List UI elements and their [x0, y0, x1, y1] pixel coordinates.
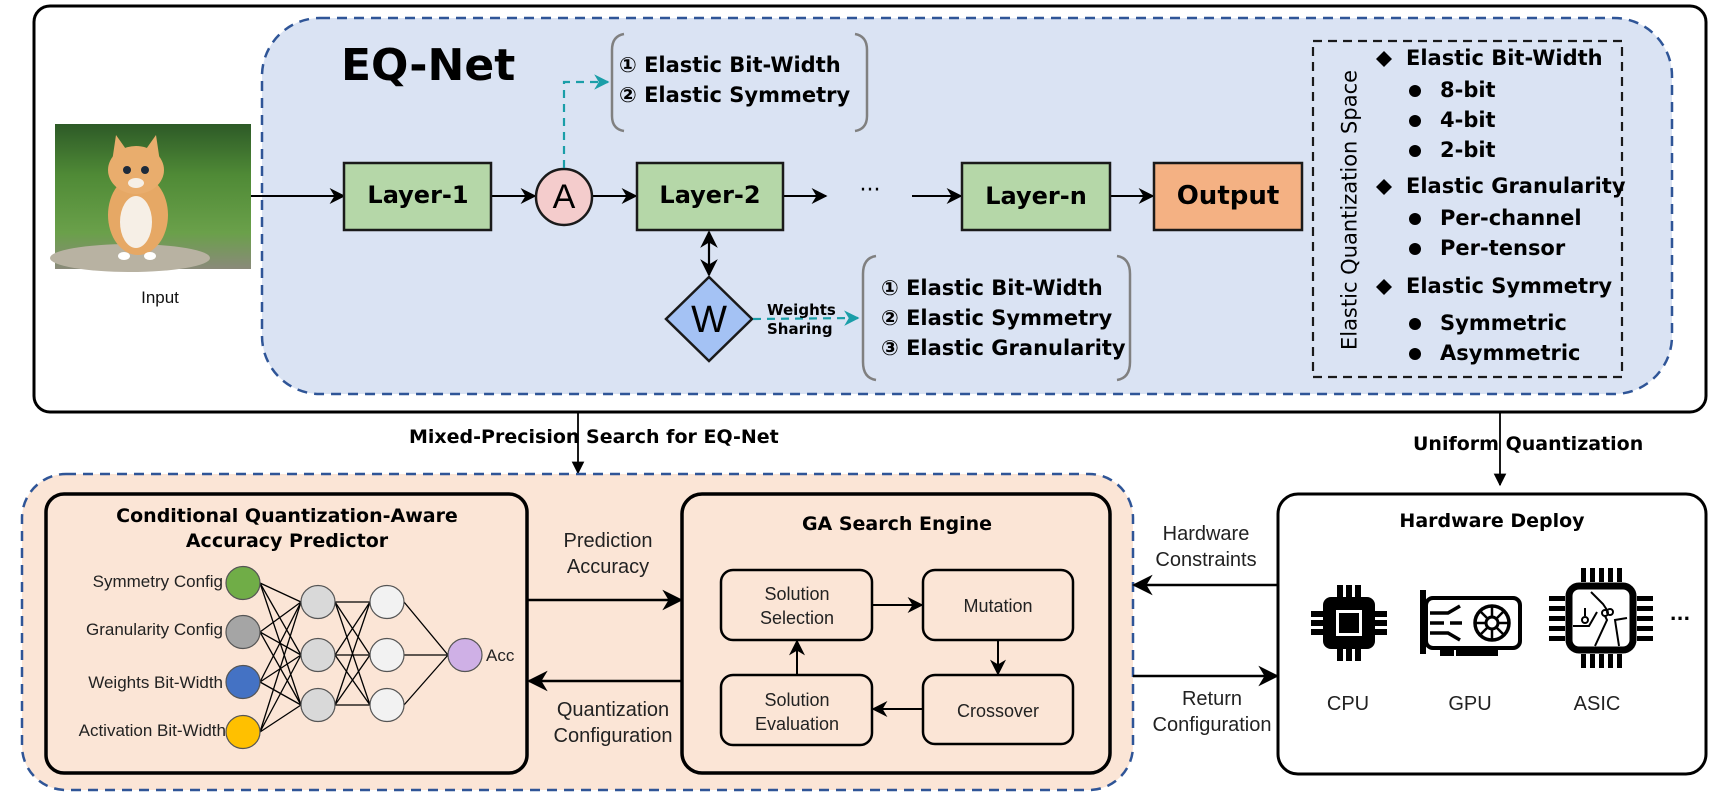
weight-option-granularity: ③ Elastic Granularity [881, 336, 1126, 360]
input-label-activation-bit-width: Activation Bit-Width [78, 721, 226, 740]
predictor-title: Conditional Quantization-Aware Accuracy … [116, 504, 458, 554]
solution-selection-label: Solution Selection [760, 582, 834, 630]
input-node [225, 565, 261, 601]
input-label: Input [141, 288, 179, 307]
layer-2-label: Layer-2 [659, 181, 761, 209]
device-label-cpu: CPU [1326, 693, 1370, 715]
return-configuration-line1: Return [1181, 688, 1243, 710]
round-bullet-icon [1409, 213, 1421, 225]
output-label: Output [1176, 181, 1280, 211]
hardware-constraints-line2: Constraints [1155, 549, 1257, 571]
round-bullet-icon [1409, 348, 1421, 360]
quantization-group-2: Elastic Symmetry [1406, 274, 1613, 298]
hidden-node-layer2 [369, 584, 405, 620]
quantization-option: 8-bit [1440, 78, 1496, 102]
weights-sharing-label-line1: Weights [767, 301, 836, 319]
activation-option-bit-width: ① Elastic Bit-Width [619, 53, 841, 77]
prediction-accuracy-line1: Prediction [563, 530, 653, 552]
hidden-node-layer1 [300, 584, 336, 620]
quantization-option: 2-bit [1440, 138, 1496, 162]
round-bullet-icon [1409, 318, 1421, 330]
mixed-precision-search-label: Mixed-Precision Search for EQ-Net [409, 426, 779, 448]
input-label-weights-bit-width: Weights Bit-Width [88, 673, 223, 692]
device-label-asic: ASIC [1573, 693, 1621, 715]
prediction-accuracy-label: Prediction Accuracy [564, 528, 653, 580]
round-bullet-icon [1409, 115, 1421, 127]
quantization-configuration-line2: Configuration [553, 725, 673, 747]
solution-selection-line2: Selection [759, 608, 835, 628]
quantization-option: Asymmetric [1440, 341, 1581, 365]
round-bullet-icon [1409, 145, 1421, 157]
input-node [225, 614, 261, 650]
return-configuration-line2: Configuration [1152, 714, 1272, 736]
device-label-gpu: GPU [1448, 693, 1492, 715]
ellipsis-label: ··· [859, 178, 881, 203]
input-node [225, 714, 261, 750]
round-bullet-icon [1409, 243, 1421, 255]
quantization-group-0: Elastic Bit-Width [1406, 46, 1603, 70]
return-configuration-label: Return Configuration [1153, 686, 1272, 738]
mutation-label: Mutation [963, 596, 1033, 616]
solution-selection-line1: Solution [764, 584, 830, 604]
quantization-option: 4-bit [1440, 108, 1496, 132]
solution-evaluation-line2: Evaluation [754, 714, 840, 734]
quantization-configuration-line1: Quantization [556, 699, 670, 721]
hidden-node-layer1 [300, 637, 336, 673]
prediction-accuracy-line2: Accuracy [566, 556, 650, 578]
input-label-symmetry-config: Symmetry Config [92, 572, 223, 591]
activation-node-label: A [552, 178, 576, 216]
round-bullet-icon [1409, 85, 1421, 97]
quantization-option: Symmetric [1440, 311, 1567, 335]
input-kitten-image [50, 124, 251, 272]
input-label-granularity-config: Granularity Config [85, 620, 223, 639]
input-node [225, 664, 261, 700]
solution-evaluation-line1: Solution [764, 690, 830, 710]
ga-search-engine-title: GA Search Engine [801, 513, 993, 535]
predictor-title-line1: Conditional Quantization-Aware [116, 505, 458, 527]
more-devices-ellipsis: ... [1669, 604, 1691, 625]
quantization-group-1: Elastic Granularity [1406, 174, 1626, 198]
weights-node-label: W [691, 299, 727, 341]
weight-option-bit-width: ① Elastic Bit-Width [881, 276, 1103, 300]
hidden-node-layer2 [369, 687, 405, 723]
activation-option-symmetry: ② Elastic Symmetry [619, 83, 851, 107]
hardware-constraints-line1: Hardware [1162, 523, 1250, 545]
hidden-node-layer1 [300, 687, 336, 723]
solution-evaluation-label: Solution Evaluation [755, 688, 839, 736]
weights-sharing-label-line2: Sharing [767, 320, 833, 338]
predictor-title-line2: Accuracy Predictor [185, 530, 389, 552]
uniform-quantization-label: Uniform Quantization [1413, 433, 1644, 455]
crossover-label: Crossover [956, 701, 1040, 721]
output-label-acc: Acc [486, 646, 515, 665]
quantization-space-title: Elastic Quantization Space [1337, 69, 1362, 351]
layer-1-label: Layer-1 [367, 181, 469, 209]
eqnet-title: EQ-Net [341, 40, 516, 91]
hardware-deploy-title: Hardware Deploy [1399, 510, 1585, 532]
output-node-acc [447, 637, 483, 673]
weight-option-symmetry: ② Elastic Symmetry [881, 306, 1113, 330]
quantization-option: Per-channel [1440, 206, 1582, 230]
layer-n-label: Layer-n [985, 182, 1087, 210]
quantization-configuration-label: Quantization Configuration [554, 697, 673, 749]
hidden-node-layer2 [369, 637, 405, 673]
quantization-option: Per-tensor [1440, 236, 1566, 260]
hardware-constraints-label: Hardware Constraints [1155, 521, 1256, 573]
